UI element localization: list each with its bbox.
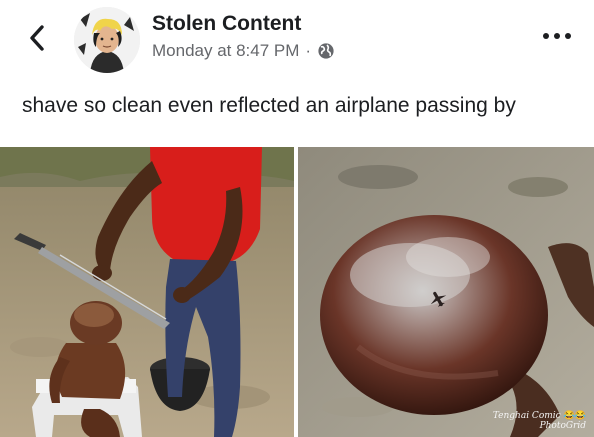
globe-icon[interactable] xyxy=(317,42,335,60)
avatar[interactable] xyxy=(74,7,140,73)
meta-separator: · xyxy=(305,41,312,60)
post-header: Stolen Content Monday at 8:47 PM · xyxy=(0,0,594,90)
photo-grid[interactable]: Tenghai Comic 😂😂 PhotoGrid xyxy=(0,143,594,437)
more-horizontal-icon xyxy=(543,33,571,39)
watermark-emoji: 😂😂 xyxy=(563,411,586,421)
post-meta: Monday at 8:47 PM · xyxy=(152,41,335,61)
watermark-text: Tenghai Comic xyxy=(492,411,561,421)
machete-shave-photo xyxy=(0,147,294,437)
author-name[interactable]: Stolen Content xyxy=(152,12,301,36)
chevron-left-icon xyxy=(30,25,44,51)
airplane-reflection-photo xyxy=(298,147,594,437)
watermark-app: PhotoGrid xyxy=(539,421,586,431)
watermark: Tenghai Comic 😂😂 PhotoGrid xyxy=(493,411,586,431)
back-button[interactable] xyxy=(22,20,52,56)
post-caption: shave so clean even reflected an airplan… xyxy=(22,94,516,117)
avatar-image xyxy=(74,7,140,73)
post-timestamp[interactable]: Monday at 8:47 PM xyxy=(152,41,299,61)
photo-right[interactable]: Tenghai Comic 😂😂 PhotoGrid xyxy=(298,147,594,437)
more-options-button[interactable] xyxy=(540,26,574,46)
photo-left[interactable] xyxy=(0,147,294,437)
